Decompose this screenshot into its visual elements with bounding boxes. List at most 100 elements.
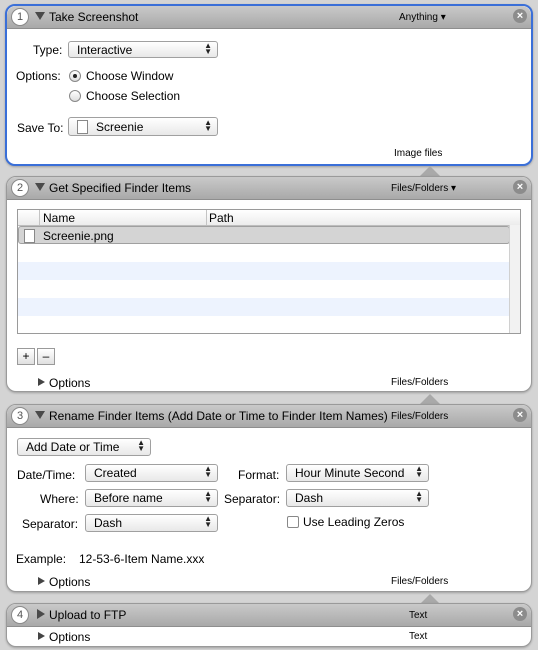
options-label: Options: (16, 69, 61, 83)
choose-selection-label[interactable]: Choose Selection (86, 89, 180, 103)
disclosure-triangle-icon[interactable] (38, 577, 45, 585)
action-title: Take Screenshot (49, 10, 139, 24)
document-icon (24, 229, 35, 243)
type-value: Interactive (77, 43, 133, 57)
close-icon[interactable]: × (513, 408, 527, 422)
action-title: Upload to FTP (49, 608, 127, 622)
action-header[interactable]: 1 Take Screenshot Anything ▾ × (7, 6, 531, 29)
leading-zeros-label[interactable]: Use Leading Zeros (303, 515, 404, 529)
output-type: Files/Folders (391, 377, 449, 388)
finder-items-table[interactable]: Name Path Screenie.png (17, 209, 521, 334)
table-row[interactable]: Screenie.png (18, 226, 510, 244)
table-header: Name Path (18, 210, 520, 226)
action-rename-finder-items[interactable]: 3 Rename Finder Items (Add Date or Time … (6, 404, 532, 592)
format-select[interactable]: Hour Minute Second ▲ ▼ (286, 464, 429, 482)
action-upload-to-ftp[interactable]: 4 Upload to FTP Text × Options Text (6, 603, 532, 647)
type-select[interactable]: Interactive ▲ ▼ (68, 41, 218, 58)
column-header-name[interactable]: Name (43, 211, 75, 225)
separator2-label: Separator: (224, 492, 281, 506)
stepper-arrows-icon: ▲ ▼ (204, 489, 212, 504)
separator-select[interactable]: Dash ▲ ▼ (85, 514, 218, 532)
collapse-triangle-icon[interactable] (35, 411, 45, 419)
connector-icon (420, 394, 440, 404)
input-type-menu[interactable]: Anything ▾ (399, 12, 446, 23)
example-label: Example: (16, 552, 67, 566)
connector-icon (420, 166, 440, 176)
output-type: Text (409, 631, 428, 642)
where-select[interactable]: Before name ▲ ▼ (85, 489, 218, 507)
separator-value: Dash (94, 516, 123, 530)
action-header[interactable]: 2 Get Specified Finder Items Files/Folde… (7, 177, 531, 200)
input-type-label: Files/Folders (391, 183, 449, 194)
action-header[interactable]: 4 Upload to FTP Text × (7, 604, 531, 627)
action-number: 3 (11, 407, 29, 425)
stepper-arrows-icon: ▲ ▼ (204, 464, 212, 479)
collapse-triangle-icon[interactable] (35, 183, 45, 191)
input-type-label: Text (409, 610, 428, 621)
chevron-down-icon: ▾ (451, 183, 457, 194)
save-to-select[interactable]: Screenie ▲ ▼ (68, 117, 218, 136)
column-header-path[interactable]: Path (209, 211, 234, 225)
close-icon[interactable]: × (513, 607, 527, 621)
save-to-value: Screenie (96, 120, 144, 134)
vertical-scrollbar[interactable] (509, 225, 520, 333)
stepper-arrows-icon: ▲ ▼ (137, 438, 145, 453)
format-label: Format: (238, 468, 280, 482)
choose-window-label[interactable]: Choose Window (86, 69, 173, 83)
stepper-arrows-icon: ▲ ▼ (204, 514, 212, 529)
separator-label: Separator: (22, 517, 79, 531)
action-take-screenshot[interactable]: 1 Take Screenshot Anything ▾ × Type: Int… (5, 4, 533, 166)
stepper-arrows-icon: ▲ ▼ (415, 464, 423, 479)
options-toggle[interactable]: Options (49, 575, 90, 589)
input-type-label: Anything (399, 12, 438, 23)
where-value: Before name (94, 491, 163, 505)
action-title: Rename Finder Items (Add Date or Time to… (49, 409, 388, 423)
table-row-empty (18, 298, 510, 316)
collapse-triangle-icon[interactable] (35, 12, 45, 20)
stepper-arrows-icon: ▲ ▼ (415, 489, 423, 504)
type-label: Type: (33, 43, 63, 57)
action-number: 1 (11, 8, 29, 26)
action-number: 2 (11, 179, 29, 197)
options-toggle[interactable]: Options (49, 376, 90, 390)
choose-window-radio[interactable] (69, 70, 81, 82)
leading-zeros-checkbox[interactable] (287, 516, 299, 528)
disclosure-triangle-icon[interactable] (38, 632, 45, 640)
expand-triangle-icon[interactable] (37, 609, 45, 619)
format-value: Hour Minute Second (295, 466, 405, 480)
output-type: Image files (394, 148, 443, 159)
table-row-empty (18, 316, 510, 333)
add-item-button[interactable]: + (17, 348, 35, 365)
disclosure-triangle-icon[interactable] (38, 378, 45, 386)
table-row-empty (18, 244, 510, 262)
stepper-arrows-icon: ▲ ▼ (204, 118, 212, 133)
table-row-empty (18, 280, 510, 298)
choose-selection-radio[interactable] (69, 90, 81, 102)
input-type-menu[interactable]: Files/Folders ▾ (391, 183, 456, 194)
close-icon[interactable]: × (513, 9, 527, 23)
where-label: Where: (40, 492, 79, 506)
input-type-label: Files/Folders (391, 411, 449, 422)
datetime-select[interactable]: Created ▲ ▼ (85, 464, 218, 482)
action-title: Get Specified Finder Items (49, 181, 192, 195)
action-header[interactable]: 3 Rename Finder Items (Add Date or Time … (7, 405, 531, 428)
datetime-value: Created (94, 466, 137, 480)
output-type: Files/Folders (391, 576, 449, 587)
stepper-arrows-icon: ▲ ▼ (204, 41, 212, 56)
rename-mode-select[interactable]: Add Date or Time ▲ ▼ (17, 438, 151, 456)
file-name: Screenie.png (43, 229, 114, 243)
options-toggle[interactable]: Options (49, 630, 90, 644)
save-to-label: Save To: (17, 121, 64, 135)
datetime-label: Date/Time: (17, 468, 76, 482)
example-value: 12-53-6-Item Name.xxx (79, 552, 205, 566)
action-get-specified-finder-items[interactable]: 2 Get Specified Finder Items Files/Folde… (6, 176, 532, 392)
column-divider (206, 210, 207, 225)
rename-mode-value: Add Date or Time (26, 440, 120, 454)
separator2-select[interactable]: Dash ▲ ▼ (286, 489, 429, 507)
table-row-empty (18, 262, 510, 280)
close-icon[interactable]: × (513, 180, 527, 194)
chevron-down-icon: ▾ (440, 12, 446, 23)
action-number: 4 (11, 606, 29, 624)
separator2-value: Dash (295, 491, 324, 505)
remove-item-button[interactable]: – (37, 348, 55, 365)
